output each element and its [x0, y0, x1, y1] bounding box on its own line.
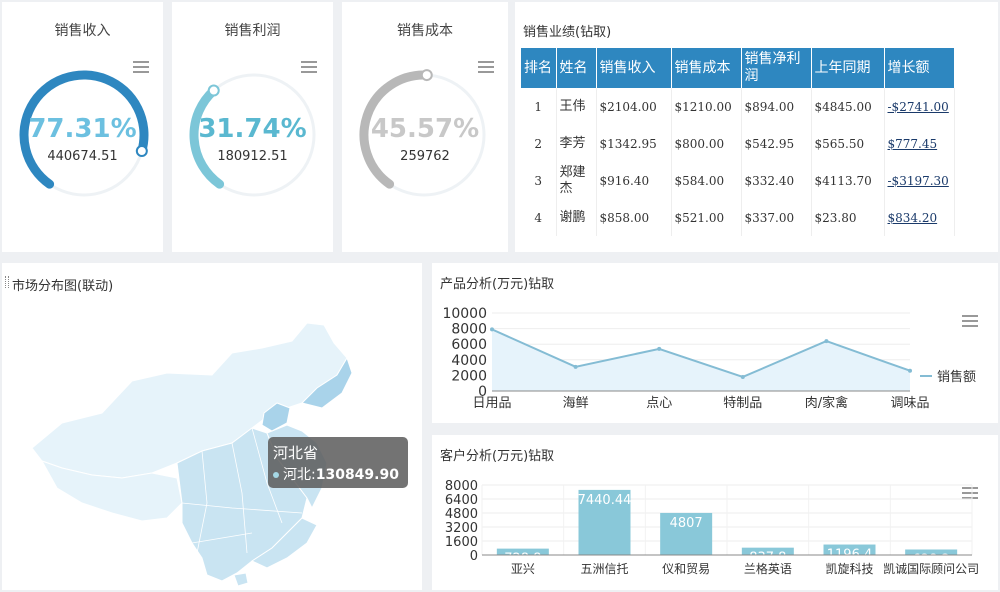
- gauge-percent: 45.57%: [370, 114, 480, 144]
- gauge-percent: 31.74%: [198, 114, 307, 144]
- rank-cell: 1: [521, 88, 557, 125]
- x-tick-label: 点心: [646, 396, 672, 411]
- column-header[interactable]: 排名: [521, 48, 557, 88]
- y-tick-label: 3200: [445, 521, 478, 536]
- y-tick-label: 4000: [451, 353, 487, 369]
- y-tick-label: 8000: [451, 322, 487, 338]
- data-label: 4807: [670, 516, 703, 531]
- data-point[interactable]: [657, 346, 662, 351]
- gauge-panel-cost: 销售成本 45.57% 259762: [342, 2, 508, 252]
- x-tick-label: 亚兴: [511, 562, 535, 576]
- tooltip-value-line: 河北:130849.90: [273, 464, 399, 484]
- cost-cell: $1210.00: [671, 88, 742, 125]
- x-tick-label: 特制品: [723, 396, 762, 411]
- tooltip-value: 130849.90: [315, 467, 399, 483]
- gauge-value: 180912.51: [217, 149, 288, 164]
- y-tick-label: 1600: [445, 535, 478, 550]
- table-row[interactable]: 2 李芳 $1342.95 $800.00 $542.95 $565.50 $7…: [521, 125, 955, 162]
- revenue-cell: $916.40: [596, 162, 672, 199]
- data-point[interactable]: [740, 374, 745, 379]
- name-cell: 郑建杰: [556, 162, 597, 199]
- product-analysis-panel: 产品分析(万元)钻取 10000 8000 6000 4000 2000 0 日用品 海鲜 点心…: [432, 263, 998, 423]
- gauge-panel-revenue: 销售收入 77.31% 440674.51: [2, 2, 163, 252]
- data-point[interactable]: [573, 364, 578, 369]
- net-profit-cell: $894.00: [741, 88, 812, 125]
- y-tick-label: 0: [470, 549, 478, 564]
- column-header[interactable]: 销售净利润: [741, 48, 812, 88]
- x-tick-label: 凯旋科技: [825, 562, 873, 576]
- y-tick-label: 2000: [451, 368, 487, 384]
- last-year-cell: $565.50: [811, 125, 885, 162]
- cost-cell: $584.00: [671, 162, 742, 199]
- gauge-value: 440674.51: [47, 149, 118, 164]
- data-point[interactable]: [908, 368, 912, 373]
- rank-cell: 4: [521, 199, 557, 236]
- rank-cell: 2: [521, 125, 557, 162]
- market-map-panel: 市场分布图(联动): [2, 263, 422, 590]
- column-header[interactable]: 销售成本: [671, 48, 742, 88]
- data-point[interactable]: [490, 327, 494, 332]
- last-year-cell: $23.80: [811, 199, 885, 236]
- x-tick-label: 五洲信托: [580, 562, 628, 576]
- revenue-cell: $2104.00: [596, 88, 672, 125]
- x-tick-label: 海鲜: [563, 396, 589, 411]
- y-tick-label: 10000: [442, 306, 487, 322]
- x-tick-label: 调味品: [890, 396, 929, 411]
- table-row[interactable]: 3 郑建杰 $916.40 $584.00 $332.40 $4113.70 -…: [521, 162, 955, 199]
- sales-ranking-panel: 销售业绩(钻取) 排名 姓名 销售收入 销售成本 销售净利润 上年同期 增长额 …: [515, 2, 998, 252]
- column-header[interactable]: 姓名: [556, 48, 597, 88]
- growth-link[interactable]: $777.45: [884, 125, 955, 162]
- ranking-title: 销售业绩(钻取): [523, 25, 612, 40]
- ranking-table: 排名 姓名 销售收入 销售成本 销售净利润 上年同期 增长额 1 王伟 $210…: [521, 48, 955, 236]
- customer-analysis-panel: 客户分析(万元)钻取 8000 6400 4800 3200 1600 0 728.8 亚兴 7…: [432, 435, 998, 590]
- y-tick-label: 6000: [451, 337, 487, 353]
- x-tick-label: 日用品: [472, 396, 511, 411]
- y-tick-label: 4800: [445, 507, 478, 522]
- map-region-hainan[interactable]: [233, 572, 249, 587]
- data-point[interactable]: [824, 339, 829, 344]
- growth-link[interactable]: -$2741.00: [884, 88, 955, 125]
- y-tick-label: 6400: [445, 493, 478, 508]
- column-header[interactable]: 增长额: [884, 48, 955, 88]
- x-tick-label: 仪和贸易: [662, 562, 710, 576]
- china-map[interactable]: [2, 263, 422, 590]
- gauge-knob: [420, 69, 433, 82]
- y-tick-label: 8000: [445, 479, 478, 494]
- x-tick-label: 肉/家禽: [805, 395, 848, 411]
- customer-bar-chart[interactable]: 800064004800320016000 728.8亚兴7440.44五洲信托4…: [432, 435, 998, 590]
- net-profit-cell: $542.95: [741, 125, 812, 162]
- rank-cell: 3: [521, 162, 557, 199]
- name-cell: 李芳: [556, 125, 597, 162]
- map-tooltip: 河北省 河北:130849.90: [268, 437, 408, 488]
- tooltip-label: 河北:: [283, 467, 316, 483]
- legend-label[interactable]: 销售额: [937, 369, 976, 385]
- gauge-percent: 77.31%: [28, 114, 137, 144]
- x-tick-label: 凯诚国际顾问公司: [883, 562, 979, 576]
- column-header[interactable]: 上年同期: [811, 48, 885, 88]
- table-row[interactable]: 4 谢鹏 $858.00 $521.00 $337.00 $23.80 $834…: [521, 199, 955, 236]
- last-year-cell: $4845.00: [811, 88, 885, 125]
- last-year-cell: $4113.70: [811, 162, 885, 199]
- net-profit-cell: $337.00: [741, 199, 812, 236]
- product-area-chart[interactable]: 1000080006000400020000日用品 海鲜 点心 特制品 肉/家禽 调味品销…: [432, 263, 998, 423]
- column-header[interactable]: 销售收入: [596, 48, 672, 88]
- growth-link[interactable]: $834.20: [884, 199, 955, 236]
- growth-link[interactable]: -$3197.30: [884, 162, 955, 199]
- gauge-panel-profit: 销售利润 31.74% 180912.51: [172, 2, 333, 252]
- data-label: 7440.44: [578, 493, 632, 508]
- name-cell: 谢鹏: [556, 199, 597, 236]
- name-cell: 王伟: [556, 88, 597, 125]
- x-tick-label: 兰格英语: [744, 561, 792, 576]
- table-header-row: 排名 姓名 销售收入 销售成本 销售净利润 上年同期 增长额: [521, 48, 955, 88]
- revenue-cell: $858.00: [596, 199, 672, 236]
- gauge-value: 259762: [400, 149, 450, 164]
- table-row[interactable]: 1 王伟 $2104.00 $1210.00 $894.00 $4845.00 …: [521, 88, 955, 125]
- cost-cell: $800.00: [671, 125, 742, 162]
- tooltip-title: 河北省: [273, 444, 319, 462]
- gauge-knob: [207, 84, 220, 97]
- net-profit-cell: $332.40: [741, 162, 812, 199]
- series-dot-icon: [273, 472, 279, 478]
- revenue-cell: $1342.95: [596, 125, 672, 162]
- cost-cell: $521.00: [671, 199, 742, 236]
